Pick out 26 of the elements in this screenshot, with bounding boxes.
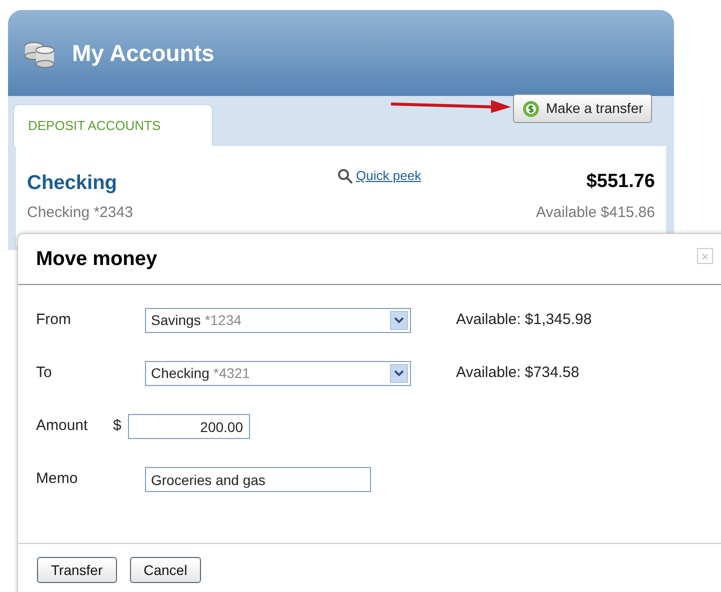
account-name[interactable]: Checking — [27, 168, 118, 198]
arrow-icon — [391, 99, 511, 113]
amount-field[interactable]: 200.00 — [128, 414, 250, 439]
chevron-icon[interactable] — [390, 364, 408, 383]
available-balance: Available: $1,345.98 — [456, 310, 592, 330]
search-icon — [337, 168, 354, 184]
field-label: Amount — [36, 416, 89, 436]
chevron-icon[interactable] — [390, 311, 408, 330]
account-dropdown[interactable]: Savings *1234 — [145, 308, 411, 333]
dialog-button[interactable]: Transfer — [37, 557, 117, 583]
make-transfer-button[interactable]: Make a transfer — [513, 94, 652, 123]
account-balance: $551.76 — [586, 170, 655, 194]
account-dropdown[interactable]: Checking *4321 — [145, 361, 411, 386]
quick-peek-link[interactable]: Quick peek — [356, 166, 422, 186]
field-label: From — [36, 310, 72, 330]
dollar-cycle-icon — [522, 100, 540, 118]
memo-field[interactable]: Groceries and gas — [145, 467, 371, 492]
available-balance: Available $415.86 — [536, 203, 655, 223]
field-label: Memo — [36, 469, 79, 490]
currency-symbol: $ — [113, 416, 122, 436]
field-label: To — [36, 363, 53, 384]
account-number: Checking *2343 — [27, 203, 133, 223]
panel-title: My Accounts — [72, 38, 214, 68]
available-balance: Available: $734.58 — [456, 363, 580, 384]
dialog-button[interactable]: Cancel — [130, 557, 202, 583]
dialog-title: Move money — [36, 247, 158, 272]
